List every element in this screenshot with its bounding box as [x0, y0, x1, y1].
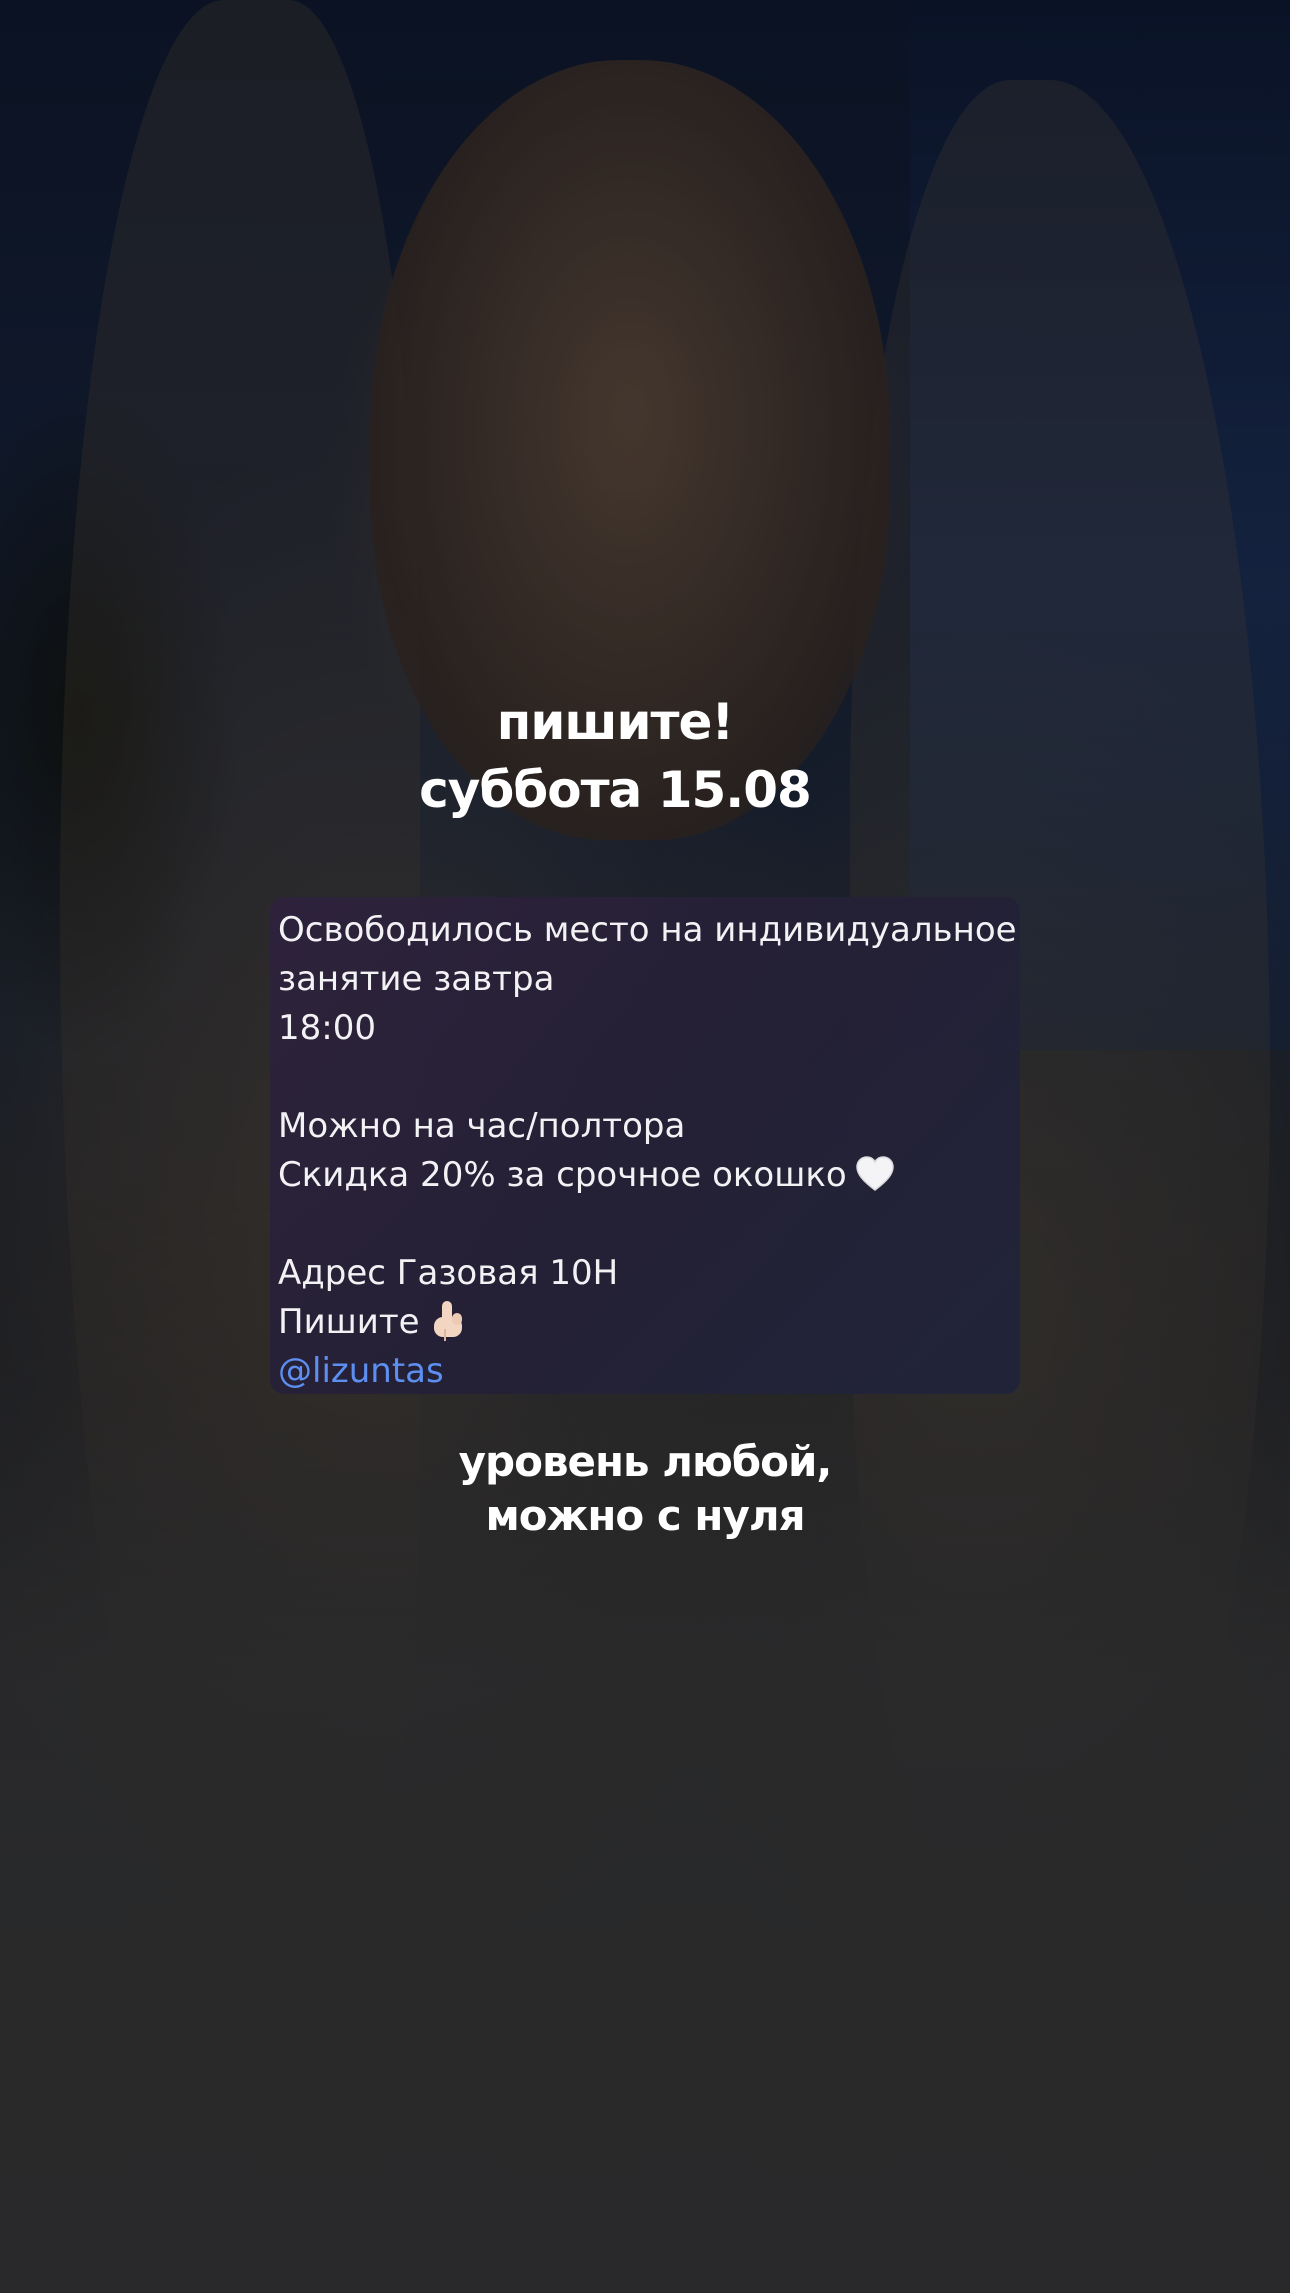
- white-heart-icon: [855, 1156, 894, 1191]
- footer-line-2: можно с нуля: [485, 1491, 805, 1540]
- message-card: Освободилось место на индивидуальное зан…: [270, 897, 1020, 1394]
- message-line-5-text: Скидка 20% за срочное окошко: [278, 1155, 847, 1195]
- message-line-5: Скидка 20% за срочное окошко: [278, 1151, 1012, 1200]
- pointing-down-hand-icon: [433, 1301, 462, 1341]
- message-gap: [278, 1053, 1012, 1102]
- message-line-4: Можно на час/полтора: [278, 1106, 686, 1146]
- message-line-7: Пишите: [278, 1298, 1012, 1347]
- message-line-3: 18:00: [278, 1008, 376, 1048]
- mention-link[interactable]: @lizuntas: [278, 1347, 1012, 1396]
- headline-line-2: суббота 15.08: [419, 761, 812, 819]
- headline-line-1: пишите!: [496, 693, 734, 751]
- headline-text: пишите! суббота 15.08: [0, 688, 1230, 824]
- message-gap: [278, 1200, 1012, 1249]
- footer-text: уровень любой, можно с нуля: [0, 1435, 1290, 1543]
- message-line-7-text: Пишите: [278, 1302, 420, 1342]
- message-line-2: занятие завтра: [278, 959, 555, 999]
- message-line-6: Адрес Газовая 10Н: [278, 1253, 619, 1293]
- message-line-1: Освободилось место на индивидуальное: [278, 910, 1017, 950]
- footer-line-1: уровень любой,: [458, 1437, 833, 1486]
